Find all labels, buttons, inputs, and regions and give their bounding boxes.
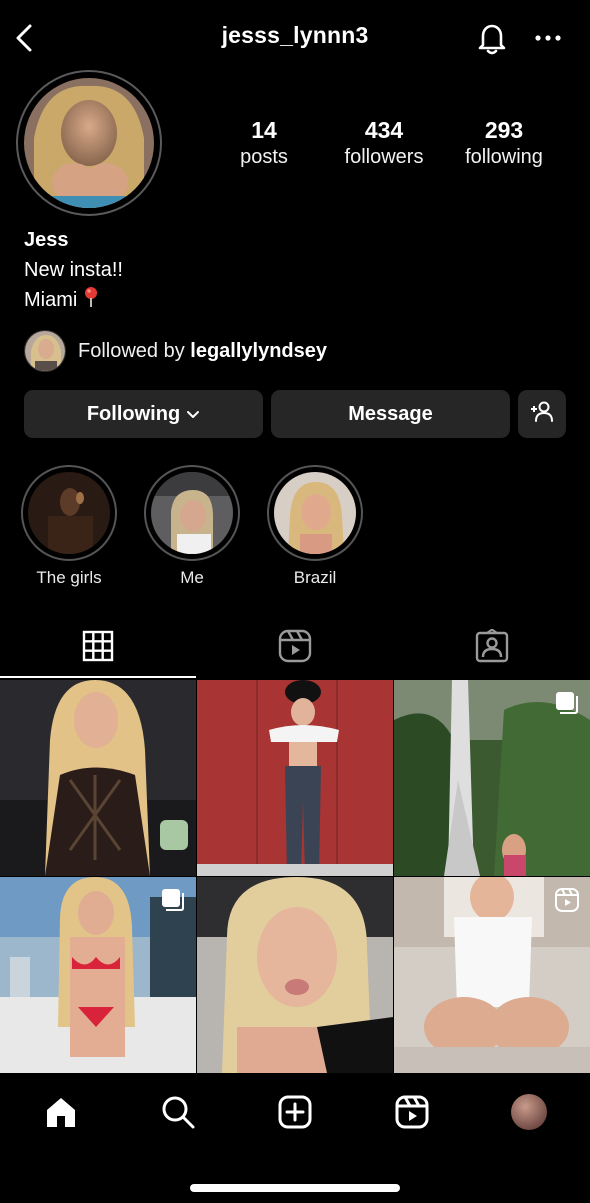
search-icon: [160, 1094, 196, 1135]
highlight-cover: [28, 472, 110, 554]
highlight-label: Brazil: [293, 568, 337, 587]
stat-posts[interactable]: 14 posts: [204, 116, 324, 170]
followers-label: followers: [344, 146, 424, 168]
bio-location: Miami: [24, 289, 78, 311]
bio-line-1: New insta!!: [24, 259, 123, 281]
post-thumbnail[interactable]: [0, 680, 196, 876]
nav-search[interactable]: [158, 1094, 198, 1134]
post-thumbnail[interactable]: [394, 680, 590, 876]
following-label: following: [465, 146, 543, 168]
posts-label: posts: [240, 146, 288, 168]
followed-by-text: Followed by legallylyndsey: [78, 340, 327, 363]
highlight-label: The girls: [36, 568, 102, 587]
followers-count: 434: [364, 117, 404, 143]
tab-tagged[interactable]: [394, 618, 590, 678]
tab-reels[interactable]: [197, 618, 393, 678]
new-post-icon: [277, 1094, 313, 1135]
reels-icon: [394, 1094, 430, 1135]
home-icon: [43, 1094, 79, 1135]
highlight-ring: [21, 465, 117, 561]
active-tab-indicator: [0, 676, 196, 678]
nav-profile[interactable]: [509, 1093, 549, 1136]
following-button-label: Following: [86, 402, 181, 425]
carousel-icon: [160, 887, 186, 918]
notification-bell-icon[interactable]: [474, 20, 510, 56]
nav-reels[interactable]: [392, 1094, 432, 1134]
highlight-cover: [151, 472, 233, 554]
profile-avatar-icon: [510, 1093, 548, 1136]
post-thumbnail[interactable]: [197, 680, 393, 876]
highlight-me[interactable]: Me: [144, 465, 240, 588]
profile-tabs: [0, 618, 590, 678]
followed-by-row[interactable]: Followed by legallylyndsey: [24, 330, 327, 372]
message-button-label: Message: [348, 402, 433, 425]
reels-icon: [554, 887, 580, 918]
stat-followers[interactable]: 434 followers: [324, 116, 444, 170]
followed-by-username[interactable]: legallylyndsey: [190, 340, 327, 362]
following-count: 293: [484, 117, 524, 143]
more-options-icon[interactable]: [530, 24, 566, 52]
followed-by-prefix: Followed by: [78, 339, 191, 362]
carousel-icon: [554, 690, 580, 721]
highlight-label: Me: [180, 568, 204, 587]
message-button[interactable]: Message: [271, 390, 510, 438]
highlight-cover: [274, 472, 356, 554]
stat-following[interactable]: 293 following: [444, 116, 564, 170]
highlight-the-girls[interactable]: The girls: [21, 465, 117, 588]
suggested-people-button[interactable]: [518, 390, 566, 438]
follower-avatar: [24, 330, 66, 372]
following-button[interactable]: Following: [24, 390, 263, 438]
tagged-icon: [475, 627, 509, 668]
grid-icon: [82, 630, 114, 667]
post-thumbnail[interactable]: [394, 877, 590, 1073]
profile-display-name: Jess: [24, 229, 69, 251]
location-pin-icon: [83, 286, 99, 314]
top-bar: jesss_lynnn3: [0, 0, 590, 76]
tab-posts-grid[interactable]: [0, 618, 196, 678]
post-thumbnail[interactable]: [0, 877, 196, 1073]
highlight-brazil[interactable]: Brazil: [267, 465, 363, 588]
chevron-down-icon: [186, 403, 200, 426]
profile-avatar[interactable]: [24, 78, 154, 208]
bio-line-2: Miami: [24, 286, 99, 314]
posts-count: 14: [251, 117, 277, 143]
post-thumbnail[interactable]: [197, 877, 393, 1073]
highlight-ring: [144, 465, 240, 561]
highlight-ring: [267, 465, 363, 561]
nav-create[interactable]: [275, 1094, 315, 1134]
home-indicator: [190, 1184, 400, 1192]
add-person-icon: [529, 400, 555, 428]
nav-home[interactable]: [41, 1094, 81, 1134]
bottom-navigation: [0, 1076, 590, 1203]
reels-icon: [278, 629, 312, 668]
